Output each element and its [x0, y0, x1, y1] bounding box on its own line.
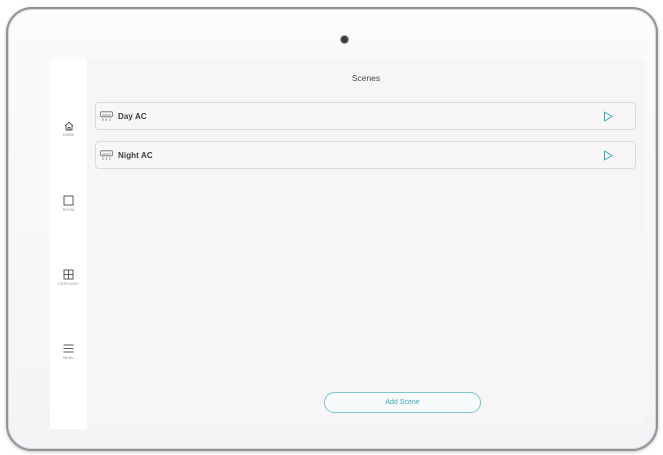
sidebar-item-room[interactable]: ROOM	[50, 195, 87, 229]
scene-name: Day AC	[118, 111, 147, 121]
scene-name: Night AC	[118, 150, 153, 160]
sidebar-item-label: CATEGORY	[58, 282, 79, 286]
scene-item-night-ac[interactable]: Night AC	[95, 141, 636, 169]
page-title: Scenes	[351, 72, 381, 83]
home-icon	[64, 121, 73, 131]
menu-icon	[63, 344, 74, 353]
sidebar-item-menu[interactable]: MENU	[50, 343, 87, 377]
play-icon[interactable]	[603, 111, 613, 122]
main-content: Scenes Day AC Night AC Add Scene	[87, 59, 645, 429]
air-conditioner-icon	[100, 110, 113, 121]
screen: HOME ROOM CATEGORY MENU Scenes Day AC Ni…	[50, 59, 645, 429]
add-scene-button[interactable]: Add Scene	[324, 392, 481, 413]
sidebar: HOME ROOM CATEGORY MENU	[50, 59, 87, 429]
sidebar-item-label: HOME	[62, 133, 75, 137]
sidebar-item-label: MENU	[63, 356, 74, 360]
tablet-frame: HOME ROOM CATEGORY MENU Scenes Day AC Ni…	[6, 7, 658, 451]
scene-item-day-ac[interactable]: Day AC	[95, 102, 636, 130]
air-conditioner-icon	[100, 149, 113, 160]
camera-dot	[341, 36, 348, 43]
sidebar-item-home[interactable]: HOME	[50, 121, 87, 155]
sidebar-item-category[interactable]: CATEGORY	[50, 269, 87, 303]
room-icon	[63, 195, 74, 206]
play-icon[interactable]	[603, 150, 613, 161]
category-icon	[63, 269, 74, 280]
sidebar-item-label: ROOM	[62, 208, 75, 212]
